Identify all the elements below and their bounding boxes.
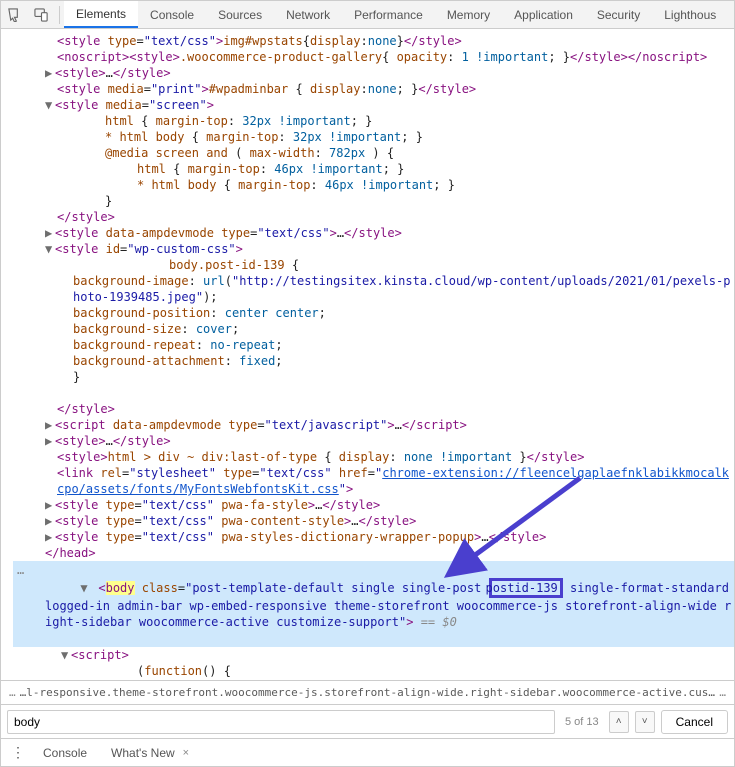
dom-node[interactable]: ▼<style media="screen">	[9, 97, 734, 113]
css-rule: @media screen and ( max-width: 782px ) {	[9, 145, 734, 161]
search-bar: 5 of 13 ˄ ˅ Cancel	[1, 704, 734, 738]
chevron-up-icon: ˄	[616, 716, 622, 727]
dom-node[interactable]: </head>	[9, 545, 734, 561]
dom-node[interactable]: ▶<style>…</style>	[9, 65, 734, 81]
dom-node[interactable]: <noscript><style>.woocommerce-product-ga…	[9, 49, 734, 65]
search-result-count: 5 of 13	[561, 716, 603, 728]
search-next-button[interactable]: ˅	[635, 711, 655, 733]
elements-tree[interactable]: <style type="text/css">img#wpstats{displ…	[1, 29, 734, 680]
device-toggle-icon[interactable]	[28, 1, 55, 28]
tab-console[interactable]: Console	[138, 1, 206, 28]
drawer-menu-icon[interactable]: ⋮	[7, 744, 29, 761]
css-rule: }	[9, 369, 734, 385]
dom-node[interactable]: ▶<style type="text/css" pwa-styles-dicti…	[9, 529, 734, 545]
tab-elements[interactable]: Elements	[64, 1, 138, 28]
devtools-toolbar: Elements Console Sources Network Perform…	[1, 1, 734, 29]
dom-node[interactable]: ▼<script>	[9, 647, 734, 663]
css-rule: body.post-id-139 {	[9, 257, 734, 273]
breadcrumb-ellipsis: …	[715, 686, 730, 699]
search-input[interactable]	[7, 710, 555, 734]
js-code: var request, b = document.body, c = 'cla…	[9, 679, 734, 680]
css-rule: }	[9, 193, 734, 209]
css-rule: * html body { margin-top: 46px !importan…	[9, 177, 734, 193]
dom-node[interactable]: ▶<style data-ampdevmode type="text/css">…	[9, 225, 734, 241]
css-rule: background-repeat: no-repeat;	[9, 337, 734, 353]
search-cancel-button[interactable]: Cancel	[661, 710, 728, 734]
css-rule: html { margin-top: 32px !important; }	[9, 113, 734, 129]
chevron-down-icon: ˅	[642, 716, 648, 727]
tab-security[interactable]: Security	[585, 1, 652, 28]
dom-node[interactable]: <style type="text/css">img#wpstats{displ…	[9, 33, 734, 49]
dom-node[interactable]: ▶<script data-ampdevmode type="text/java…	[9, 417, 734, 433]
overflow-indicator: …	[17, 562, 24, 578]
drawer-tab-whatsnew[interactable]: What's New	[101, 746, 185, 760]
breadcrumb-bar[interactable]: … …l-responsive.theme-storefront.woocomm…	[1, 680, 734, 704]
tab-application[interactable]: Application	[502, 1, 585, 28]
dom-node[interactable]: <style media="print">#wpadminbar { displ…	[9, 81, 734, 97]
dom-node[interactable]: ▼<style id="wp-custom-css">	[9, 241, 734, 257]
search-prev-button[interactable]: ˄	[609, 711, 629, 733]
css-rule: html { margin-top: 46px !important; }	[9, 161, 734, 177]
drawer-tab-console[interactable]: Console	[33, 746, 97, 760]
dom-node[interactable]: </style>	[9, 401, 734, 417]
css-rule: * html body { margin-top: 32px !importan…	[9, 129, 734, 145]
drawer-bar: ⋮ Console What's New ×	[1, 738, 734, 766]
breadcrumb-path[interactable]: …l-responsive.theme-storefront.woocommer…	[20, 686, 716, 699]
selected-dom-node[interactable]: … ▼<body class="post-template-default si…	[13, 561, 734, 647]
inspect-element-icon[interactable]	[1, 1, 28, 28]
annotation-highlight-postid: postid-139	[489, 578, 563, 598]
breadcrumb-ellipsis: …	[5, 686, 20, 699]
tab-network[interactable]: Network	[274, 1, 342, 28]
close-icon[interactable]: ×	[183, 747, 189, 759]
css-rule: background-image: url("http://testingsit…	[9, 273, 734, 305]
tab-sources[interactable]: Sources	[206, 1, 274, 28]
tab-lighthouse[interactable]: Lighthous	[652, 1, 728, 28]
css-rule: background-size: cover;	[9, 321, 734, 337]
css-rule	[9, 385, 734, 401]
dom-node[interactable]: <style>html > div ~ div:last-of-type { d…	[9, 449, 734, 465]
js-code: (function() {	[9, 663, 734, 679]
dom-node[interactable]: ▶<style type="text/css" pwa-content-styl…	[9, 513, 734, 529]
css-rule: background-attachment: fixed;	[9, 353, 734, 369]
dom-node[interactable]: ▶<style type="text/css" pwa-fa-style>…</…	[9, 497, 734, 513]
tab-memory[interactable]: Memory	[435, 1, 502, 28]
tab-performance[interactable]: Performance	[342, 1, 435, 28]
dom-node[interactable]: <link rel="stylesheet" type="text/css" h…	[9, 465, 734, 497]
dom-node[interactable]: ▶<style>…</style>	[9, 433, 734, 449]
css-rule: background-position: center center;	[9, 305, 734, 321]
dom-node[interactable]: </style>	[9, 209, 734, 225]
